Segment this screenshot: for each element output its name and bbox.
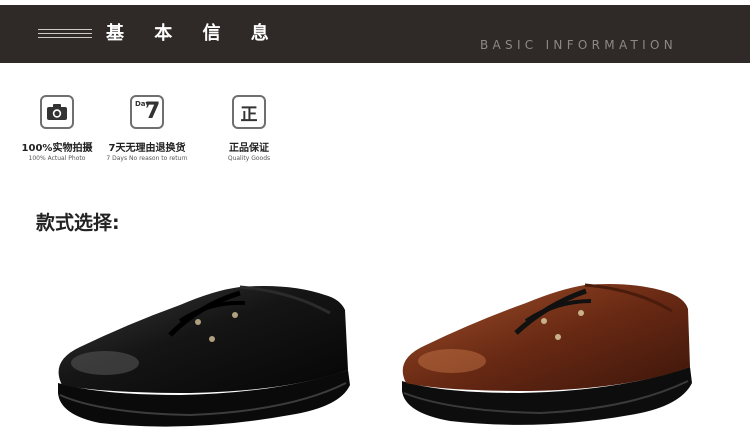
banner-subtitle: BASIC INFORMATION (480, 38, 678, 52)
day7-icon: Day 7 (130, 95, 164, 129)
quality-icon-text: 正 (240, 104, 258, 125)
banner-title: 基 本 信 息 (106, 23, 281, 44)
feature-quality-goods: 正 正品保证 Quality Goods (194, 95, 304, 162)
quality-icon: 正 (232, 95, 266, 129)
feature-title: 7天无理由退换货 (108, 143, 186, 154)
feature-title: 正品保证 (229, 143, 269, 154)
day7-icon-number: 7 (145, 99, 161, 124)
style-selection-label: 款式选择: (36, 212, 120, 234)
feature-7-day-return: Day 7 7天无理由退换货 7 Days No reason to retur… (92, 95, 202, 162)
feature-subtitle: 7 Days No reason to return (106, 155, 188, 162)
camera-icon (40, 95, 74, 129)
basic-info-banner: 基 本 信 息 BASIC INFORMATION (0, 5, 750, 63)
banner-decoration-lines (38, 29, 92, 39)
brown-shoe-image[interactable] (380, 265, 710, 435)
black-shoe-image[interactable] (40, 265, 370, 435)
feature-subtitle: Quality Goods (227, 155, 271, 162)
